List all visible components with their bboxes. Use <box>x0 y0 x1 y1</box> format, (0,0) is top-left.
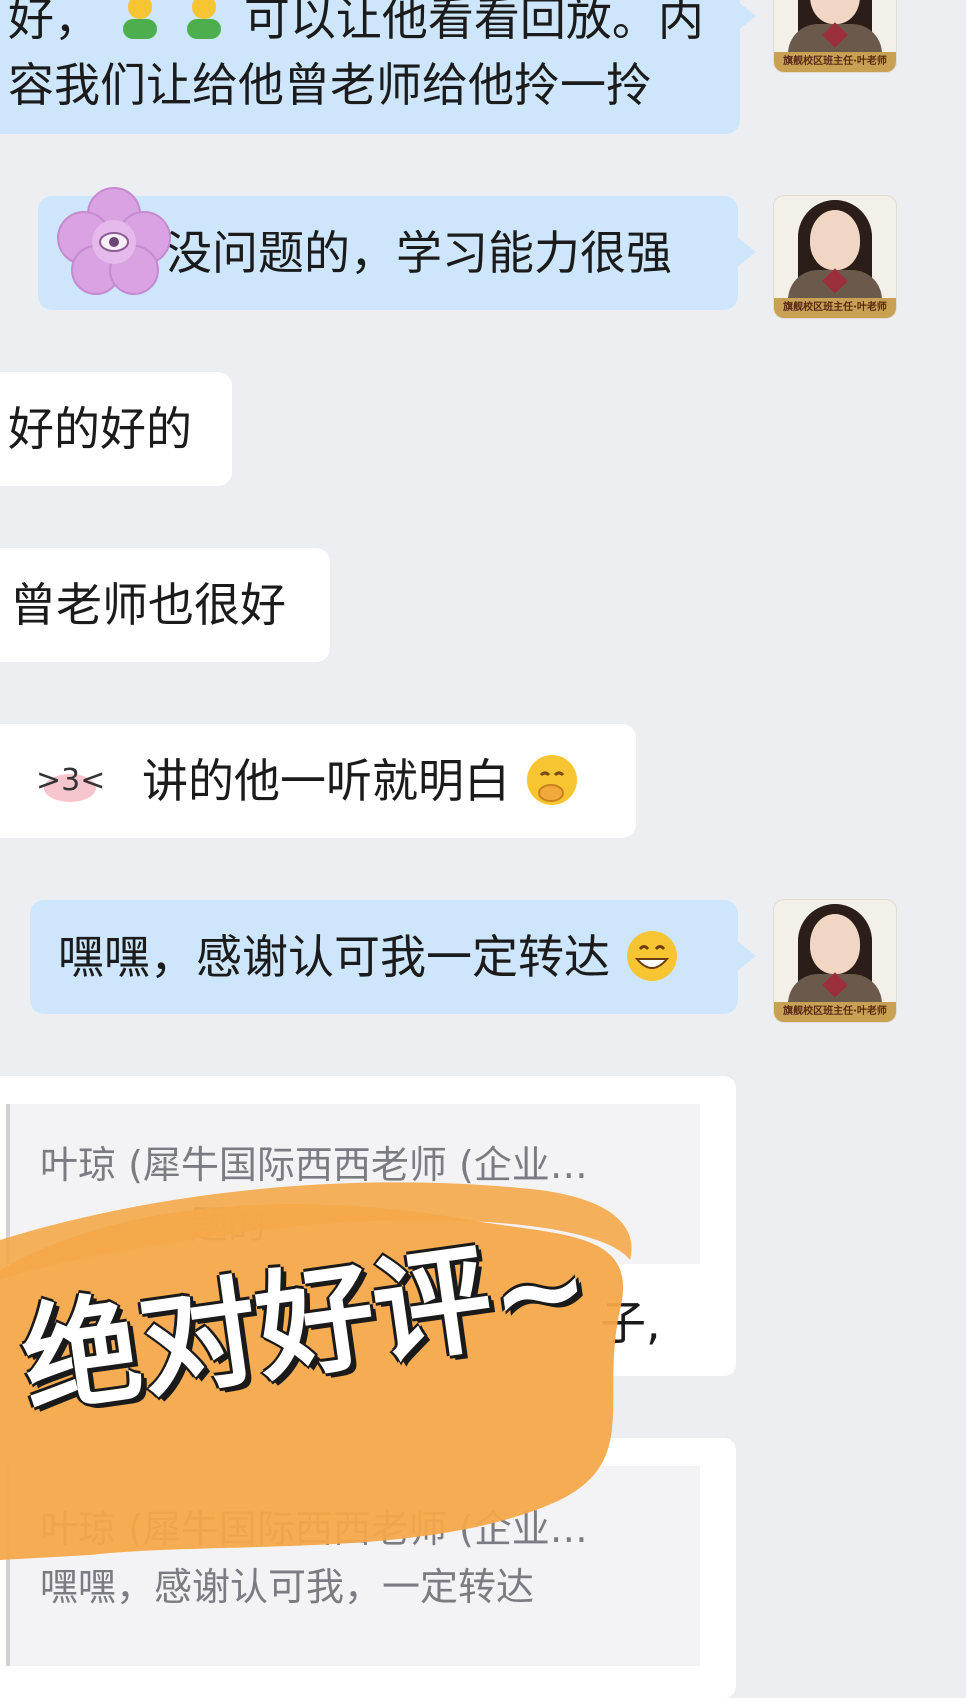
bubble-tail <box>738 2 756 30</box>
message-bubble-incoming[interactable]: 曾老师也很好 <box>0 548 330 662</box>
hand-over-mouth-emoji-icon <box>525 753 579 807</box>
message-bubble-outgoing[interactable]: 嘿嘿，感谢认可我一定转达 <box>30 900 738 1014</box>
avatar-banner: 旗舰校区班主任·叶老师 <box>774 1002 896 1022</box>
bubble-tail <box>738 942 756 970</box>
message-bubble-outgoing[interactable]: 好， 可以让他看看回放。内 容我们让给他曾老师给他拎一拎 <box>0 0 740 134</box>
message-text: 曾老师也很好 <box>10 578 286 632</box>
message-text: 好的好的 <box>8 402 192 456</box>
grinning-emoji-icon <box>625 929 679 983</box>
message-text: 容我们让给他曾老师给他拎一拎 <box>8 58 652 112</box>
green-person-emoji-icon <box>179 0 229 41</box>
message-text: 嘿嘿，感谢认可我一定转达 <box>58 930 610 984</box>
message-text: 讲的他一听就明白 <box>142 754 510 808</box>
green-person-emoji-icon <box>115 0 165 41</box>
teacher-avatar[interactable]: 旗舰校区班主任·叶老师 <box>774 196 896 318</box>
avatar-banner: 旗舰校区班主任·叶老师 <box>774 52 896 72</box>
message-text-part: 可以让他看看回放。内 <box>243 0 704 46</box>
teacher-avatar[interactable]: 旗舰校区班主任·叶老师 <box>774 900 896 1022</box>
bubble-tail <box>738 238 756 266</box>
message-bubble-incoming[interactable]: 好的好的 <box>0 372 232 486</box>
kiss-face-doodle-icon: >3< <box>8 748 158 842</box>
avatar-banner: 旗舰校区班主任·叶老师 <box>774 298 896 318</box>
purple-flower-sticker-icon <box>54 186 174 300</box>
message-text-part: 好， <box>8 0 100 46</box>
message-text: 没问题的，学习能力很强 <box>166 226 672 280</box>
message-text: 好， 可以让他看看回放。内 <box>8 0 740 52</box>
teacher-avatar[interactable]: 旗舰校区班主任·叶老师 <box>774 0 896 72</box>
doodle-text: >3< <box>36 763 105 798</box>
